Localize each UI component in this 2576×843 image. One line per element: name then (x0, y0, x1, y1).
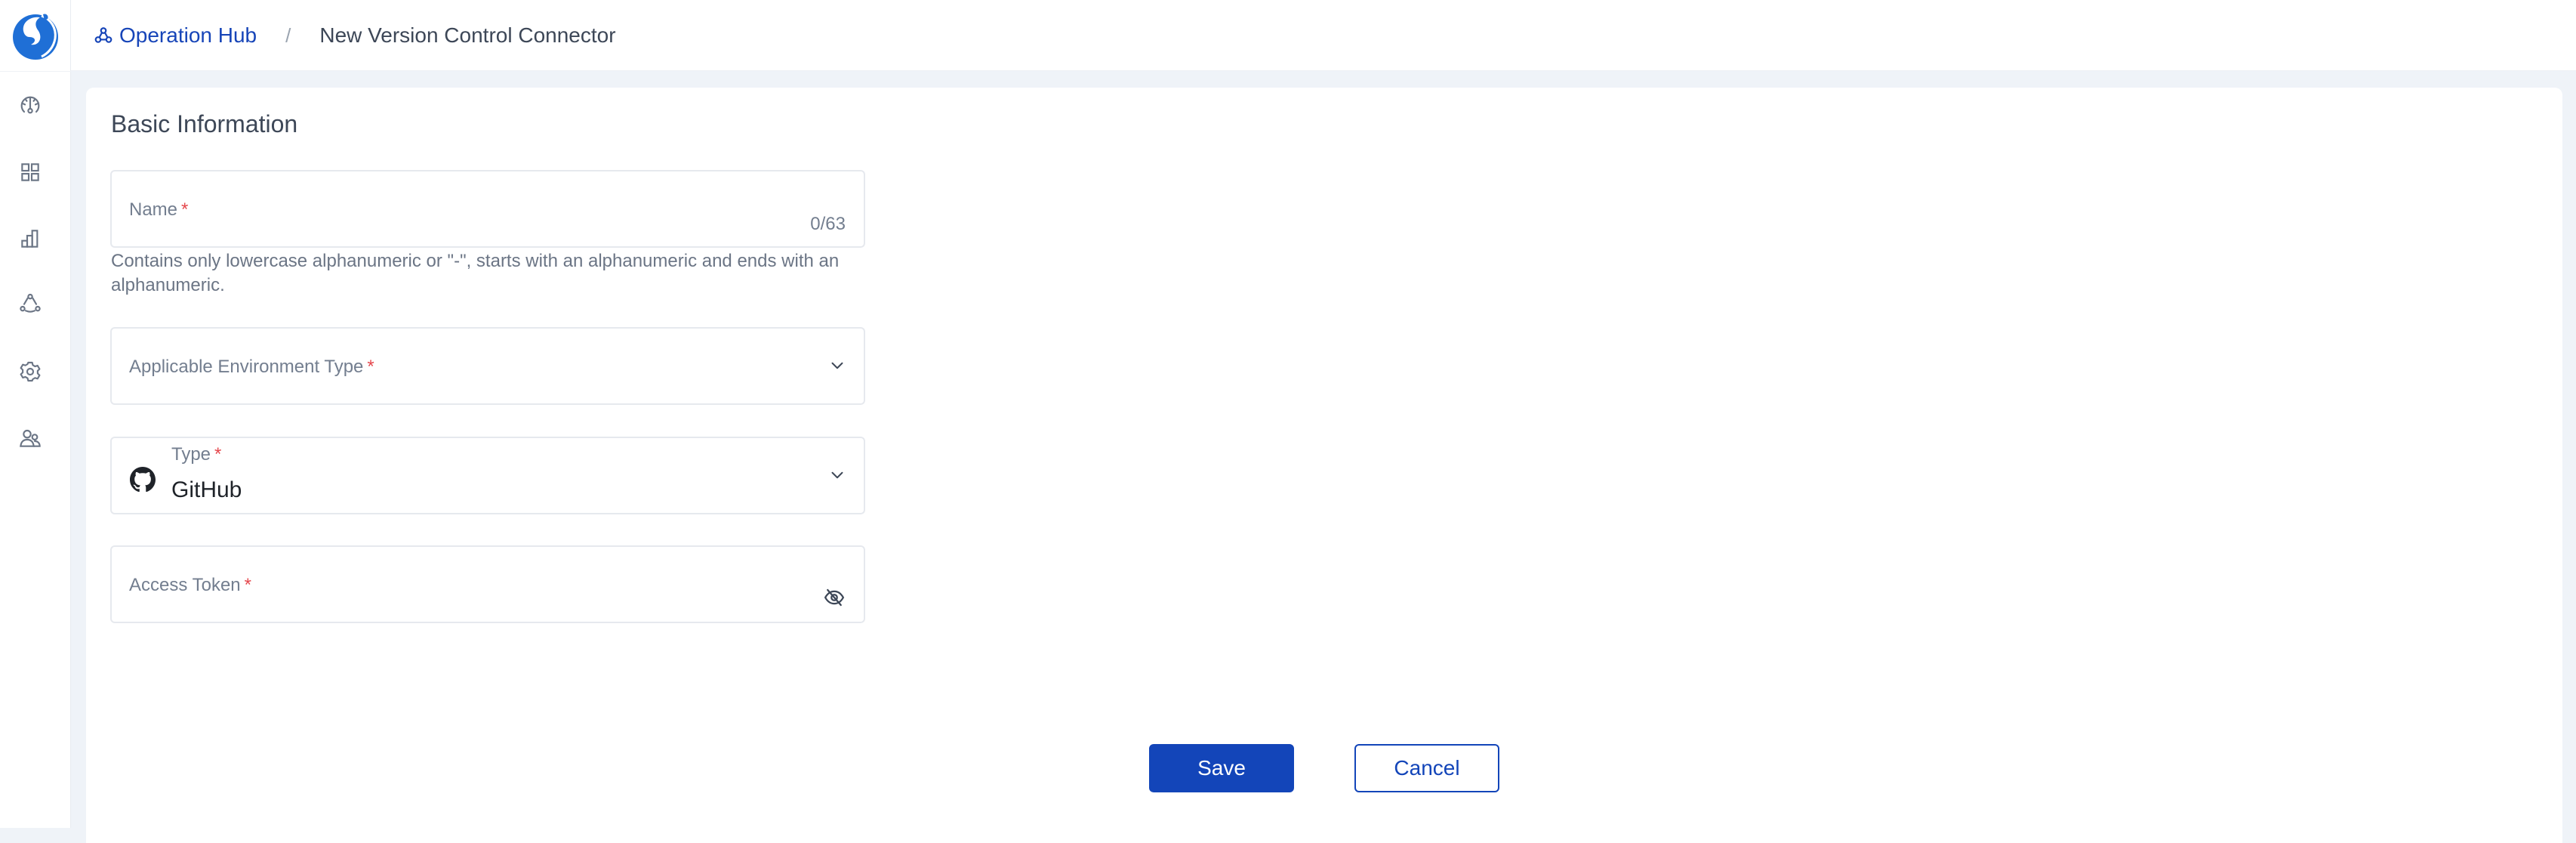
sidebar-item-apps[interactable] (18, 160, 42, 184)
environment-type-label-text: Applicable Environment Type (129, 357, 364, 377)
breadcrumb-parent[interactable]: Operation Hub (119, 23, 257, 48)
connections-icon (20, 293, 41, 313)
sidebar-item-users[interactable] (18, 426, 42, 450)
chevron-down-icon[interactable] (827, 356, 847, 375)
sidebar-item-operation-hub[interactable] (18, 292, 42, 316)
app-logo[interactable] (8, 8, 63, 63)
github-icon (130, 467, 156, 493)
apps-grid-icon (21, 163, 39, 181)
eye-off-icon[interactable] (823, 586, 846, 609)
access-token-label: Access Token * (129, 575, 251, 596)
breadcrumb-separator: / (285, 23, 291, 47)
logo-icon (13, 14, 58, 60)
section-title: Basic Information (111, 110, 298, 137)
required-mark: * (367, 357, 374, 377)
required-mark: * (244, 575, 251, 595)
type-selected-value: GitHub (171, 477, 242, 502)
required-mark: * (214, 444, 222, 465)
operation-hub-icon (94, 27, 112, 43)
sidebar (0, 0, 71, 828)
access-token-label-text: Access Token (129, 575, 241, 595)
breadcrumb-link-operation-hub[interactable]: Operation Hub (94, 23, 257, 48)
breadcrumb: Operation Hub / New Version Control Conn… (94, 0, 616, 71)
environment-type-label: Applicable Environment Type * (129, 357, 374, 378)
sidebar-item-settings[interactable] (18, 360, 42, 384)
sidebar-item-analytics[interactable] (18, 227, 42, 251)
type-label: Type * (171, 444, 221, 465)
users-icon (20, 429, 41, 447)
logo-divider (0, 71, 71, 72)
save-button[interactable]: Save (1149, 744, 1294, 792)
name-char-counter: 0/63 (810, 214, 846, 234)
environment-type-select[interactable]: Applicable Environment Type * (110, 327, 865, 405)
top-header: Operation Hub / New Version Control Conn… (71, 0, 2576, 71)
bar-chart-icon (21, 230, 39, 248)
chevron-down-icon[interactable] (827, 465, 847, 485)
name-field[interactable]: Name * 0/63 (110, 170, 865, 248)
sidebar-item-dashboard[interactable] (18, 94, 42, 118)
access-token-field[interactable]: Access Token * (110, 545, 865, 623)
form-card: Basic Information Name * 0/63 Contains on… (86, 88, 2562, 843)
cancel-button[interactable]: Cancel (1354, 744, 1499, 792)
required-mark: * (181, 199, 189, 220)
name-label-text: Name (129, 199, 178, 220)
name-label: Name * (129, 199, 188, 221)
breadcrumb-current: New Version Control Connector (319, 23, 616, 47)
name-helper-text: Contains only lowercase alphanumeric or … (111, 251, 840, 295)
gear-icon (20, 361, 41, 382)
dashboard-gauge-icon (20, 96, 40, 114)
type-label-text: Type (171, 444, 211, 465)
type-select[interactable]: Type * GitHub (110, 437, 865, 514)
